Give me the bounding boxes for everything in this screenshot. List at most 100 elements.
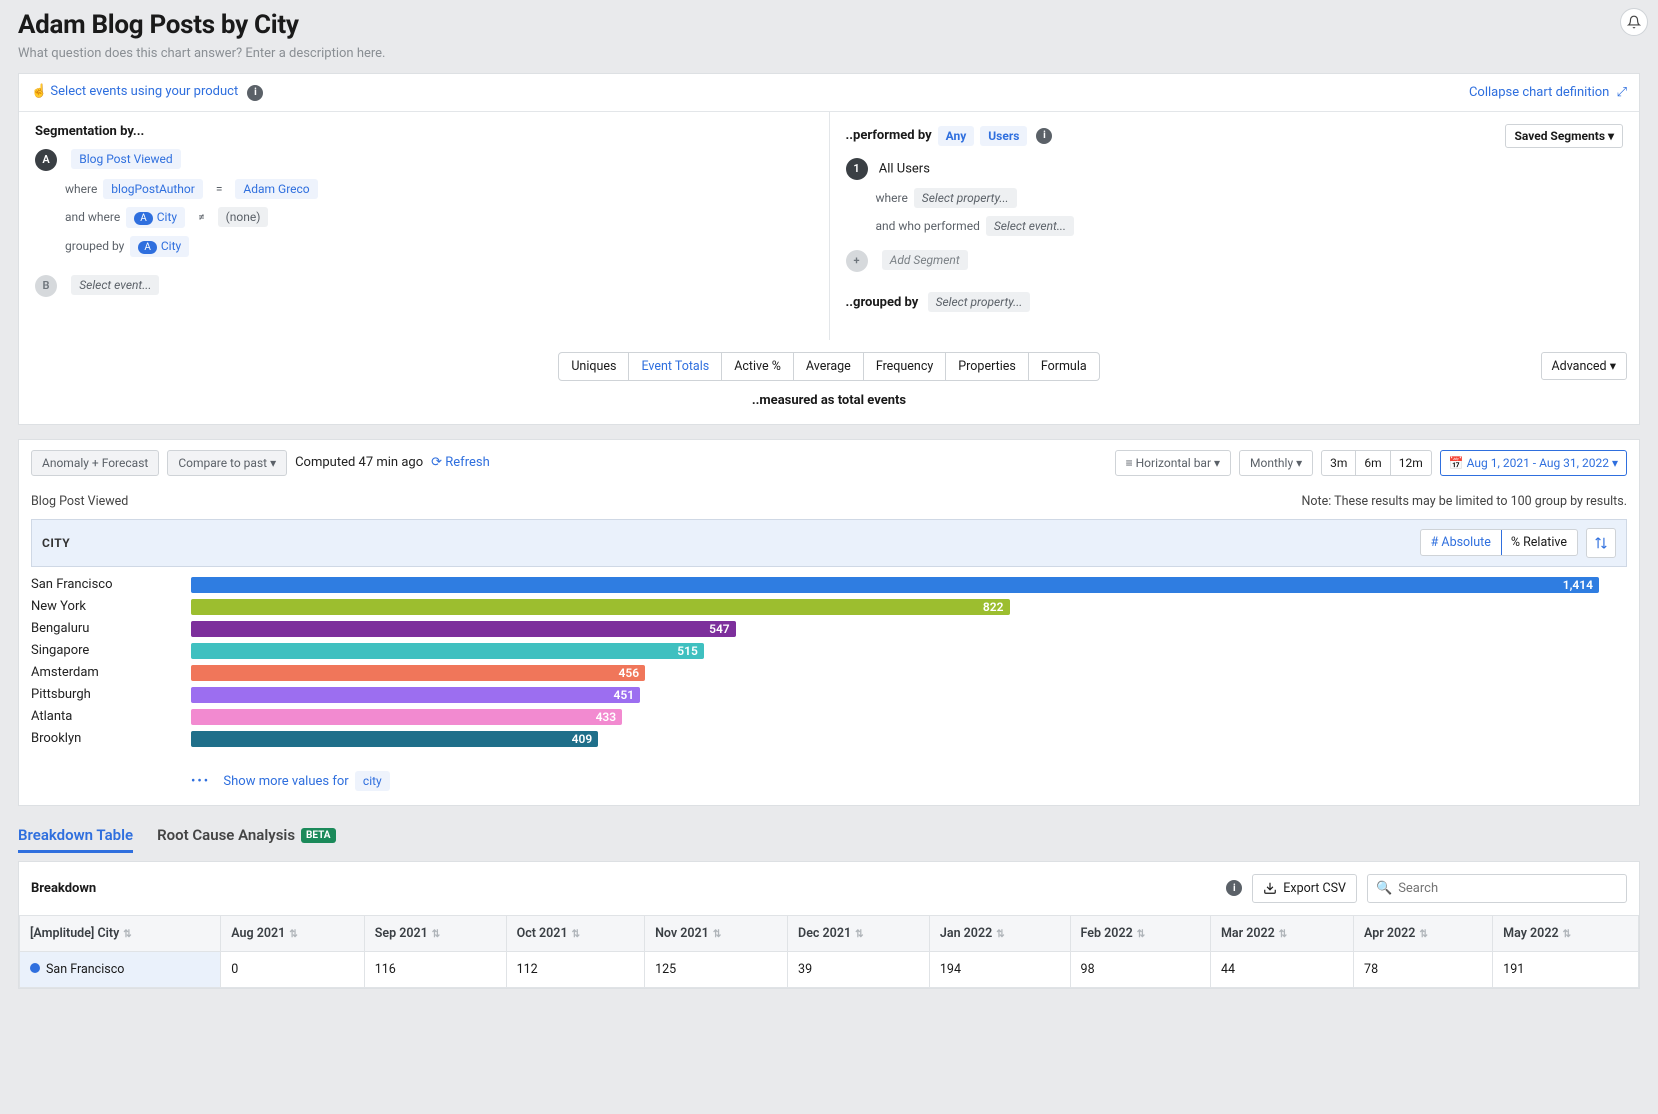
all-users-label: All Users — [879, 161, 930, 176]
table-header[interactable]: [Amplitude] City⇅ — [20, 915, 221, 951]
bar-value: 1,414 — [1563, 577, 1593, 593]
where-op[interactable]: = — [212, 179, 227, 199]
chevron-down-icon: ▾ — [1296, 456, 1302, 470]
measure-tab[interactable]: Event Totals — [629, 353, 722, 380]
advanced-button[interactable]: Advanced ▾ — [1541, 352, 1627, 380]
bar-row[interactable]: Bengaluru547 — [31, 621, 1599, 637]
sort-icon: ⇅ — [1279, 929, 1287, 940]
bar-row[interactable]: New York822 — [31, 599, 1599, 615]
info-icon[interactable]: i — [247, 85, 263, 101]
color-swatch — [30, 963, 40, 973]
tab-breakdown-table[interactable]: Breakdown Table — [18, 820, 133, 853]
computed-label: Computed 47 min ago — [295, 455, 423, 470]
sort-icon: ⇅ — [996, 929, 1004, 940]
select-events-link[interactable]: Select events using your product — [50, 84, 238, 99]
measure-tab[interactable]: Uniques — [559, 353, 629, 380]
page-subtitle[interactable]: What question does this chart answer? En… — [18, 46, 1640, 61]
bar-row[interactable]: Atlanta433 — [31, 709, 1599, 725]
table-header[interactable]: May 2022⇅ — [1493, 915, 1639, 951]
measure-tab[interactable]: Active % — [722, 353, 794, 380]
grouped-by-placeholder[interactable]: Select property... — [928, 292, 1031, 312]
table-header[interactable]: Feb 2022⇅ — [1070, 915, 1210, 951]
range-shortcut[interactable]: 12m — [1391, 451, 1431, 475]
saved-segments-button[interactable]: Saved Segments ▾ — [1505, 124, 1623, 148]
bar-label: Brooklyn — [31, 731, 191, 746]
table-header[interactable]: Apr 2022⇅ — [1354, 915, 1493, 951]
table-header[interactable]: Jan 2022⇅ — [929, 915, 1070, 951]
table-header[interactable]: Mar 2022⇅ — [1210, 915, 1353, 951]
calendar-icon: 📅 — [1449, 456, 1464, 470]
collapse-definition-link[interactable]: Collapse chart definition — [1469, 85, 1609, 100]
table-header[interactable]: Oct 2021⇅ — [506, 915, 644, 951]
more-icon[interactable]: ••• — [191, 774, 210, 789]
range-shortcut[interactable]: 3m — [1322, 451, 1356, 475]
info-icon[interactable]: i — [1036, 128, 1052, 144]
sort-icon: ⇅ — [1419, 929, 1427, 940]
bar-row[interactable]: San Francisco 1,414 — [31, 577, 1599, 593]
show-more-chip[interactable]: city — [355, 771, 390, 791]
bar-label: San Francisco — [31, 577, 191, 592]
and-where-value-chip[interactable]: (none) — [218, 207, 269, 227]
bar-value: 822 — [983, 599, 1004, 615]
chevron-down-icon: ▾ — [1612, 456, 1618, 470]
bar-row[interactable]: Pittsburgh451 — [31, 687, 1599, 703]
search-input[interactable]: 🔍 — [1367, 874, 1627, 903]
tab-root-cause[interactable]: Root Cause AnalysisBETA — [157, 820, 335, 853]
chevron-down-icon: ▾ — [1214, 456, 1220, 470]
table-header[interactable]: Sep 2021⇅ — [364, 915, 506, 951]
measure-tab[interactable]: Formula — [1029, 353, 1099, 380]
measure-tab[interactable]: Frequency — [864, 353, 946, 380]
table-header[interactable]: Dec 2021⇅ — [788, 915, 930, 951]
chart-type-button[interactable]: ≡ Horizontal bar ▾ — [1115, 450, 1231, 476]
bar-row[interactable]: Brooklyn409 — [31, 731, 1599, 747]
bar-value: 547 — [709, 621, 730, 637]
compare-past-button[interactable]: Compare to past ▾ — [167, 450, 287, 476]
relative-toggle[interactable]: % Relative — [1501, 530, 1577, 555]
table-header[interactable]: Aug 2021⇅ — [221, 915, 364, 951]
measured-as-label: ..measured as total events — [19, 393, 1639, 424]
date-range-button[interactable]: 📅 Aug 1, 2021 - Aug 31, 2022 ▾ — [1440, 450, 1627, 476]
add-segment-button[interactable]: Add Segment — [882, 250, 968, 270]
add-segment-badge[interactable]: + — [846, 250, 868, 272]
collapse-icon: ⤢ — [1617, 85, 1627, 100]
hand-icon: ☝ — [31, 84, 47, 99]
grouped-by-chip[interactable]: ACity — [130, 236, 189, 257]
and-where-op[interactable]: ≠ — [194, 207, 209, 227]
table-cell: 39 — [788, 951, 930, 987]
seg-who-placeholder[interactable]: Select event... — [986, 216, 1074, 236]
table-row[interactable]: San Francisco011611212539194984478191 — [20, 951, 1639, 987]
select-event-b[interactable]: Select event... — [71, 275, 159, 295]
bar-row[interactable]: Singapore515 — [31, 643, 1599, 659]
bar-label: Pittsburgh — [31, 687, 191, 702]
export-csv-button[interactable]: Export CSV — [1252, 874, 1357, 903]
where-property-chip[interactable]: blogPostAuthor — [103, 179, 203, 199]
measure-tab[interactable]: Average — [794, 353, 864, 380]
where-value-chip[interactable]: Adam Greco — [235, 179, 317, 199]
notifications-button[interactable] — [1620, 8, 1648, 36]
table-header[interactable]: Nov 2021⇅ — [645, 915, 788, 951]
search-icon: 🔍 — [1376, 881, 1392, 896]
info-icon[interactable]: i — [1226, 880, 1242, 896]
sort-button[interactable] — [1586, 528, 1616, 558]
performed-any-chip[interactable]: Any — [938, 126, 975, 146]
interval-button[interactable]: Monthly ▾ — [1239, 450, 1313, 476]
bar-value: 515 — [677, 643, 698, 659]
table-cell: 116 — [364, 951, 506, 987]
sort-icon: ⇅ — [713, 929, 721, 940]
range-shortcut[interactable]: 6m — [1356, 451, 1390, 475]
show-more-link[interactable]: Show more values for — [223, 774, 348, 789]
anomaly-forecast-button[interactable]: Anomaly + Forecast — [31, 450, 159, 476]
measure-tab[interactable]: Properties — [946, 353, 1029, 380]
results-limit-note: Note: These results may be limited to 10… — [1301, 494, 1627, 509]
table-cell: 44 — [1210, 951, 1353, 987]
event-a-chip[interactable]: Blog Post Viewed — [71, 149, 180, 169]
segmentation-title: Segmentation by... — [35, 124, 813, 139]
refresh-button[interactable]: ⟳ Refresh — [431, 455, 490, 470]
bar-value: 456 — [618, 665, 639, 681]
performed-users-chip[interactable]: Users — [980, 126, 1027, 146]
and-where-property-chip[interactable]: ACity — [126, 207, 185, 228]
absolute-toggle[interactable]: # Absolute — [1420, 529, 1502, 556]
bar-row[interactable]: Amsterdam456 — [31, 665, 1599, 681]
and-where-label: and where — [65, 210, 120, 224]
seg-where-placeholder[interactable]: Select property... — [914, 188, 1017, 208]
